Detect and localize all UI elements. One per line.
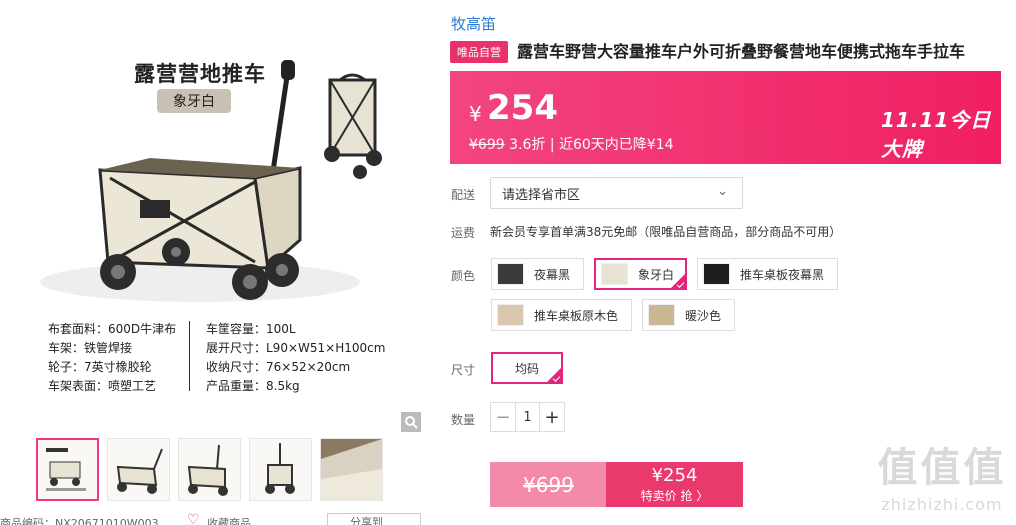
buy-original-price: ¥699: [523, 472, 574, 497]
color-option[interactable]: 推车桌板夜幕黑: [697, 258, 838, 290]
watermark-logo: 值值值 zhizhizhi.com: [872, 445, 1012, 523]
quantity-stepper: − 1 +: [490, 402, 565, 432]
image-title: 露营营地推车: [134, 62, 266, 86]
spec-item: 展开尺寸：L90×W51×H100cm: [206, 341, 386, 355]
original-price: ¥699: [469, 137, 505, 153]
color-option[interactable]: 夜幕黑: [491, 258, 584, 290]
spec-item: 车架表面：喷塑工艺: [48, 379, 157, 393]
quantity-label: 数量: [451, 413, 476, 427]
spec-item: 产品重量：8.5kg: [206, 379, 300, 393]
chevron-down-icon: ⌄: [717, 184, 728, 199]
color-swatch: [703, 263, 730, 285]
thumbnail[interactable]: [36, 438, 99, 501]
product-title: 露营车野营大容量推车户外可折叠野餐营地车便携式拖车手拉车: [517, 42, 966, 61]
quantity-value[interactable]: 1: [515, 403, 540, 431]
brand-link[interactable]: 牧高笛: [451, 13, 496, 34]
image-color-tag: 象牙白: [157, 89, 231, 113]
region-select[interactable]: 请选择省市区 ⌄: [490, 177, 743, 209]
thumbnail-strip: [36, 438, 383, 501]
color-option-label: 暖沙色: [685, 308, 722, 323]
heart-icon[interactable]: ♡: [187, 512, 200, 525]
size-option-label: 均码: [514, 361, 539, 376]
spec-item: 布套面料：600D牛津布: [48, 322, 177, 336]
color-option-label: 象牙白: [638, 267, 675, 282]
thumbnail[interactable]: [178, 438, 241, 501]
favorite-link[interactable]: 收藏商品: [207, 515, 251, 525]
spec-item: 车筐容量：100L: [206, 322, 296, 336]
color-option[interactable]: 推车桌板原木色: [491, 299, 632, 331]
watermark-url: zhizhizhi.com: [881, 495, 1003, 514]
sale-price: 254: [487, 88, 558, 128]
thumbnail[interactable]: [107, 438, 170, 501]
main-product-image: 露营营地推车 象牙白 布套面料：600D牛津布 车架：铁管焊接 轮子：7英寸橡胶…: [0, 0, 430, 432]
spec-item: 车架：铁管焊接: [48, 341, 133, 355]
color-swatch: [601, 263, 628, 285]
discount-rate: 3.6折: [509, 137, 546, 153]
shipping-label: 运费: [451, 226, 476, 240]
checkmark-icon: [547, 368, 561, 382]
promo-logo: 11.11今日大牌: [881, 108, 992, 161]
checkmark-icon: [671, 274, 685, 288]
shipping-text: 新会员专享首单满38元免邮（限唯品自营商品，部分商品不可用）: [490, 225, 842, 239]
spec-item: 收纳尺寸：76×52×20cm: [206, 360, 351, 374]
size-label: 尺寸: [451, 363, 476, 377]
currency-symbol: ¥: [469, 102, 482, 126]
spec-item: 轮子：7英寸橡胶轮: [48, 360, 152, 374]
increment-button[interactable]: +: [540, 403, 564, 431]
share-label: 分享到: [350, 516, 383, 525]
buy-cta-label: 特卖价 抢 〉: [640, 489, 709, 503]
color-label: 颜色: [451, 269, 476, 283]
region-select-value: 请选择省市区: [502, 187, 581, 203]
spec-list-right: 车筐容量：100L 展开尺寸：L90×W51×H100cm 收纳尺寸：76×52…: [206, 320, 385, 396]
spec-divider: [189, 321, 190, 391]
thumbnail[interactable]: [249, 438, 312, 501]
zoom-icon[interactable]: [401, 412, 421, 432]
thumbnail[interactable]: [320, 438, 383, 501]
color-swatch: [497, 304, 524, 326]
bottom-bar: 商品编码：NX20671010W003 ♡ 收藏商品 分享到: [0, 512, 430, 525]
price-banner: ¥ 254 ¥699 3.6折 | 近60天内已降¥14 11.11今日大牌: [450, 71, 1001, 164]
buy-price: ¥254: [651, 465, 698, 486]
price-history: | 近60天内已降¥14: [549, 137, 674, 153]
color-option-label: 推车桌板原木色: [534, 308, 619, 323]
color-swatch: [497, 263, 524, 285]
color-option-selected[interactable]: 象牙白: [594, 258, 687, 290]
delivery-label: 配送: [451, 188, 476, 202]
spec-list-left: 布套面料：600D牛津布 车架：铁管焊接 轮子：7英寸橡胶轮 车架表面：喷塑工艺: [48, 320, 176, 396]
share-button[interactable]: 分享到: [327, 513, 421, 525]
decrement-button[interactable]: −: [491, 403, 515, 431]
self-operated-badge: 唯品自营: [450, 41, 508, 63]
size-option-selected[interactable]: 均码: [491, 352, 563, 384]
product-code: 商品编码：NX20671010W003: [0, 517, 159, 525]
buy-now-button[interactable]: ¥254 特卖价 抢 〉: [606, 462, 743, 507]
price-subline: ¥699 3.6折 | 近60天内已降¥14: [469, 134, 674, 154]
color-option-label: 夜幕黑: [534, 267, 571, 282]
color-option[interactable]: 暖沙色: [642, 299, 735, 331]
color-option-label: 推车桌板夜幕黑: [740, 267, 825, 282]
watermark-glyphs: 值值值: [877, 445, 1007, 491]
original-price-button[interactable]: ¥699: [490, 462, 607, 507]
color-swatch: [648, 304, 675, 326]
